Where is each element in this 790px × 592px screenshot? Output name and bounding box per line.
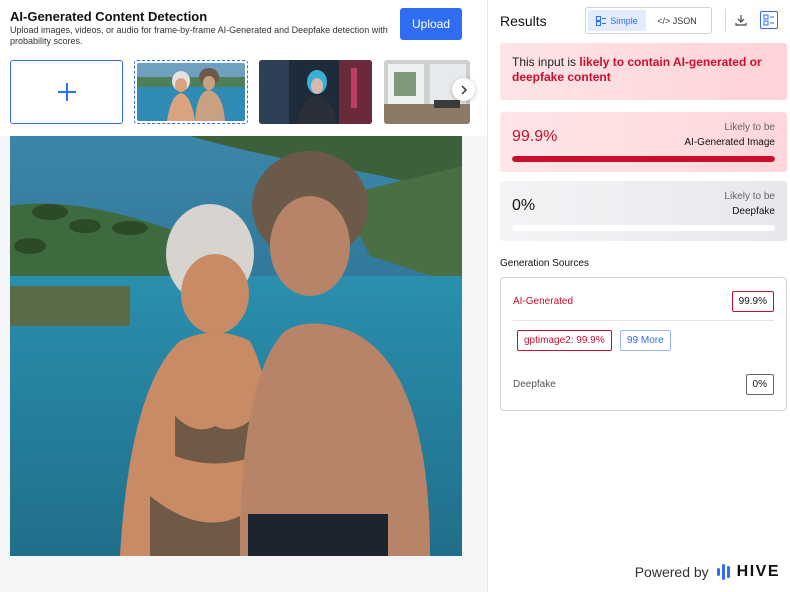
page-subtitle: Upload images, videos, or audio for fram… [10, 25, 388, 46]
upload-panel: AI-Generated Content Detection Upload im… [0, 0, 487, 592]
download-icon [735, 15, 747, 26]
results-panel: Results Simple </> JSON This input is li… [487, 0, 790, 592]
view-simple-tab[interactable]: Simple [588, 10, 646, 31]
preview-image [10, 136, 462, 556]
deepfake-progress-track [512, 225, 775, 231]
verdict-banner: This input is likely to contain AI-gener… [500, 43, 787, 100]
ai-generated-caption: Likely to be [724, 122, 775, 133]
analyzed-image-preview [10, 136, 462, 556]
results-heading: Results [500, 13, 547, 29]
source-divider [513, 320, 774, 321]
view-mode-toggle: Simple </> JSON [585, 7, 712, 34]
powered-by-text: Powered by [634, 564, 709, 580]
plus-icon [57, 83, 76, 101]
ai-generated-progress-fill [512, 156, 775, 162]
media-picker-card: AI-Generated Content Detection Upload im… [0, 0, 487, 136]
report-icon [763, 14, 774, 26]
view-json-tab[interactable]: </> JSON [646, 10, 708, 31]
deepfake-score: 0% [512, 197, 536, 214]
deepfake-score-card: 0% Likely to be Deepfake [500, 181, 787, 241]
next-thumbnails-button[interactable] [452, 78, 475, 101]
toolbar-divider [725, 9, 726, 32]
source-deepfake-score: 0% [745, 374, 774, 395]
upload-button[interactable]: Upload [400, 8, 462, 40]
thumbnail-neon-cyberpunk-woman[interactable] [259, 60, 372, 124]
download-button[interactable] [732, 11, 750, 29]
hive-logo: HIVE [716, 563, 780, 581]
list-icon [596, 15, 607, 26]
source-ai-generated-label: AI-Generated [513, 296, 574, 307]
deepfake-caption: Likely to be [724, 191, 775, 202]
hive-wordmark: HIVE [736, 563, 780, 580]
verdict-prefix: This input is [512, 55, 580, 69]
thumbnail-image [259, 60, 372, 124]
source-ai-generated-score: 99.9% [731, 291, 774, 312]
ai-generated-progress-track [512, 156, 775, 162]
add-media-button[interactable] [10, 60, 123, 124]
report-view-button[interactable] [760, 11, 778, 29]
chevron-right-icon [460, 84, 467, 95]
powered-by-footer: Powered by HIVE [635, 563, 780, 581]
page-title: AI-Generated Content Detection [10, 9, 208, 24]
more-models-button[interactable]: 99 More [620, 330, 671, 351]
source-deepfake-label: Deepfake [513, 379, 556, 390]
generation-sources-box: AI-Generated 99.9% gptimage2: 99.9% 99 M… [500, 277, 787, 411]
view-json-label: </> JSON [657, 15, 697, 26]
top-model-badge: gptimage2: 99.9% [517, 330, 612, 351]
thumbnail-couple-at-infinity-pool[interactable] [134, 60, 248, 124]
generation-sources-heading: Generation Sources [500, 258, 589, 269]
deepfake-label: Deepfake [732, 206, 775, 217]
view-simple-label: Simple [610, 15, 638, 26]
ai-generated-label: AI-Generated Image [684, 137, 775, 148]
thumbnail-image [137, 63, 245, 121]
hive-bars-icon [716, 564, 730, 580]
thumbnail-strip [10, 60, 470, 124]
ai-generated-score-card: 99.9% Likely to be AI-Generated Image [500, 112, 787, 172]
ai-generated-score: 99.9% [512, 128, 558, 145]
